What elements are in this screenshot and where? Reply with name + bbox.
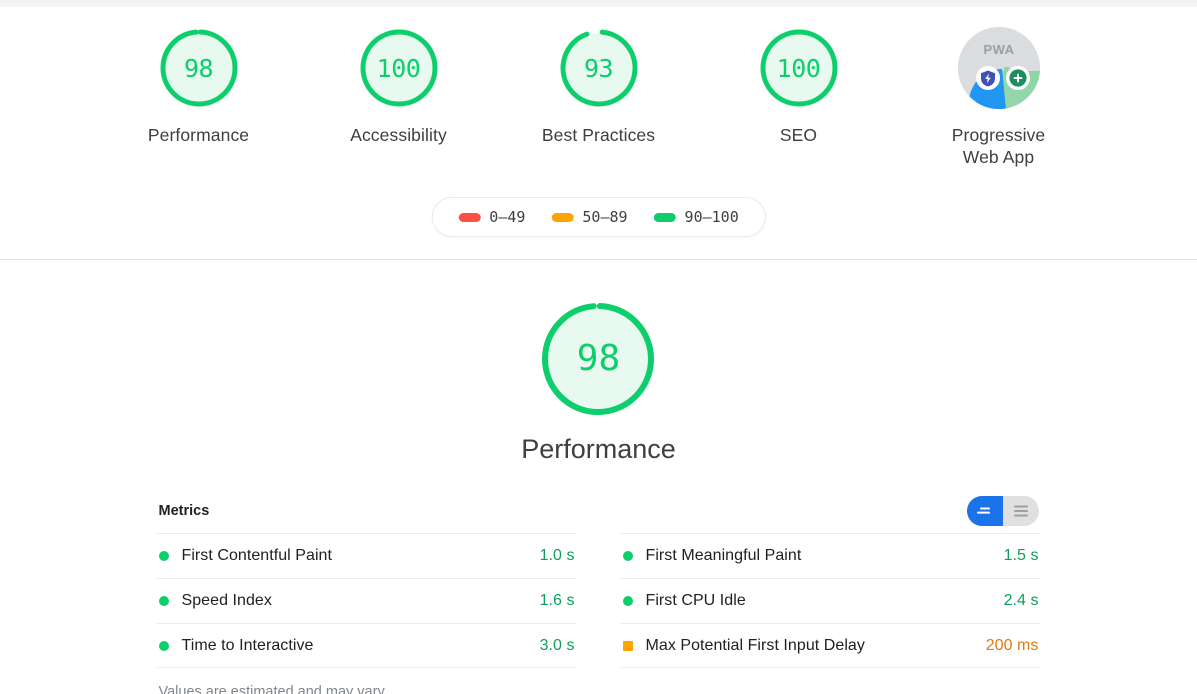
- metric-status-bullet: [622, 640, 633, 651]
- metrics-column-right: First Meaningful Paint 1.5 s First CPU I…: [620, 533, 1041, 668]
- gauge-ring: 98: [158, 27, 240, 109]
- metrics-header: Metrics: [157, 496, 1041, 526]
- expanded-view-icon: [1013, 505, 1028, 517]
- metric-left: Speed Index: [158, 592, 272, 610]
- legend-pill-fail: [458, 212, 481, 222]
- toggle-simple-view[interactable]: [966, 496, 1003, 526]
- gauge-label: Performance: [147, 125, 250, 145]
- gauge-label: SEO: [779, 125, 818, 145]
- svg-text:PWA: PWA: [983, 42, 1014, 57]
- legend-item-average: 50–89: [551, 208, 628, 226]
- metric-name: First Contentful Paint: [181, 547, 332, 564]
- metric-row[interactable]: First Contentful Paint 1.0 s: [156, 533, 577, 578]
- legend-item-fail: 0–49: [458, 208, 525, 226]
- metrics-heading: Metrics: [158, 503, 210, 519]
- metric-value: 200 ms: [985, 636, 1039, 654]
- gauge-ring: 93: [558, 27, 640, 109]
- score-gauge-pwa[interactable]: PWA Progressive Web App: [925, 27, 1073, 169]
- metrics-view-toggle[interactable]: [966, 496, 1039, 526]
- metric-name: First CPU Idle: [645, 592, 746, 609]
- metric-status-bullet: [622, 596, 633, 606]
- toggle-expanded-view[interactable]: [1002, 496, 1039, 526]
- metric-status-bullet: [622, 551, 633, 561]
- legend-pill-pass: [653, 212, 676, 222]
- metric-name: First Meaningful Paint: [645, 547, 802, 564]
- category-score-value: 98: [576, 338, 621, 379]
- score-gauge-seo[interactable]: 100 SEO: [725, 27, 873, 147]
- category-gauge: 98: [539, 300, 657, 418]
- pwa-badge-graphic: PWA: [957, 27, 1040, 109]
- metric-row[interactable]: Max Potential First Input Delay 200 ms: [620, 623, 1041, 668]
- legend-label-pass: 90–100: [684, 208, 739, 226]
- metric-left: First Meaningful Paint: [622, 547, 802, 565]
- gauge-score-value: 100: [376, 53, 421, 83]
- gauge-label: Accessibility: [350, 125, 447, 145]
- metric-row[interactable]: Time to Interactive 3.0 s: [156, 623, 577, 668]
- legend-item-pass: 90–100: [653, 208, 739, 226]
- pwa-label-line2: Web App: [962, 146, 1035, 167]
- category-title: Performance: [521, 434, 676, 464]
- gauge-score-value: 100: [776, 53, 821, 83]
- metrics-section: Metrics First Contentful Paint 1.0 s Spe…: [156, 496, 1041, 694]
- metric-value: 2.4 s: [1003, 592, 1039, 609]
- score-gauge-accessibility[interactable]: 100 Accessibility: [325, 27, 473, 147]
- lighthouse-report: 98 Performance 100 Accessibility 93 Best…: [0, 0, 1197, 694]
- metric-left: Max Potential First Input Delay: [622, 636, 865, 655]
- legend-label-average: 50–89: [582, 208, 628, 226]
- metric-name: Time to Interactive: [181, 636, 314, 654]
- metric-left: First CPU Idle: [622, 592, 746, 610]
- performance-category: 98 Performance Metrics First Contentful …: [0, 261, 1197, 694]
- metric-row[interactable]: Speed Index 1.6 s: [156, 578, 577, 623]
- gauge-score-value: 98: [183, 53, 214, 83]
- metric-row[interactable]: First Meaningful Paint 1.5 s: [620, 533, 1041, 578]
- metric-left: Time to Interactive: [158, 636, 314, 655]
- score-gauge-performance[interactable]: 98 Performance: [125, 27, 273, 147]
- metric-name: Speed Index: [181, 592, 272, 609]
- legend-pill-average: [551, 212, 574, 222]
- metrics-disclaimer: Values are estimated and may vary.: [158, 684, 388, 694]
- gauge-label: Best Practices: [541, 125, 656, 145]
- simple-view-icon: [976, 507, 990, 514]
- scores-header: 98 Performance 100 Accessibility 93 Best…: [0, 7, 1197, 260]
- score-gauge-best-practices[interactable]: 93 Best Practices: [525, 27, 673, 147]
- browser-chrome-strip: [0, 0, 1197, 7]
- metric-value: 1.6 s: [539, 592, 575, 609]
- metric-left: First Contentful Paint: [158, 547, 333, 565]
- category-gauge-wrap: 98 Performance: [521, 300, 676, 465]
- metric-row[interactable]: First CPU Idle 2.4 s: [620, 578, 1041, 623]
- plus-circle-icon: [1008, 69, 1027, 87]
- metric-value: 3.0 s: [539, 636, 575, 654]
- metrics-grid: First Contentful Paint 1.0 s Speed Index…: [156, 533, 1041, 668]
- pwa-label-line1: Progressive: [951, 125, 1046, 145]
- pwa-badge: PWA: [957, 27, 1040, 109]
- metric-value: 1.0 s: [539, 547, 575, 564]
- legend-label-fail: 0–49: [489, 208, 526, 226]
- gauge-score-value: 93: [583, 53, 614, 83]
- gauge-ring: 100: [358, 27, 440, 109]
- gauge-label: Progressive Web App: [952, 125, 1046, 169]
- metric-name: Max Potential First Input Delay: [645, 636, 865, 654]
- gauge-ring: 100: [758, 27, 840, 109]
- metric-status-bullet: [158, 596, 169, 606]
- metric-status-bullet: [158, 640, 169, 651]
- score-legend: 0–49 50–89 90–100: [431, 197, 766, 237]
- metric-value: 1.5 s: [1003, 547, 1039, 564]
- metric-status-bullet: [158, 551, 169, 561]
- metrics-column-left: First Contentful Paint 1.0 s Speed Index…: [156, 533, 577, 668]
- score-gauges-row: 98 Performance 100 Accessibility 93 Best…: [0, 7, 1197, 169]
